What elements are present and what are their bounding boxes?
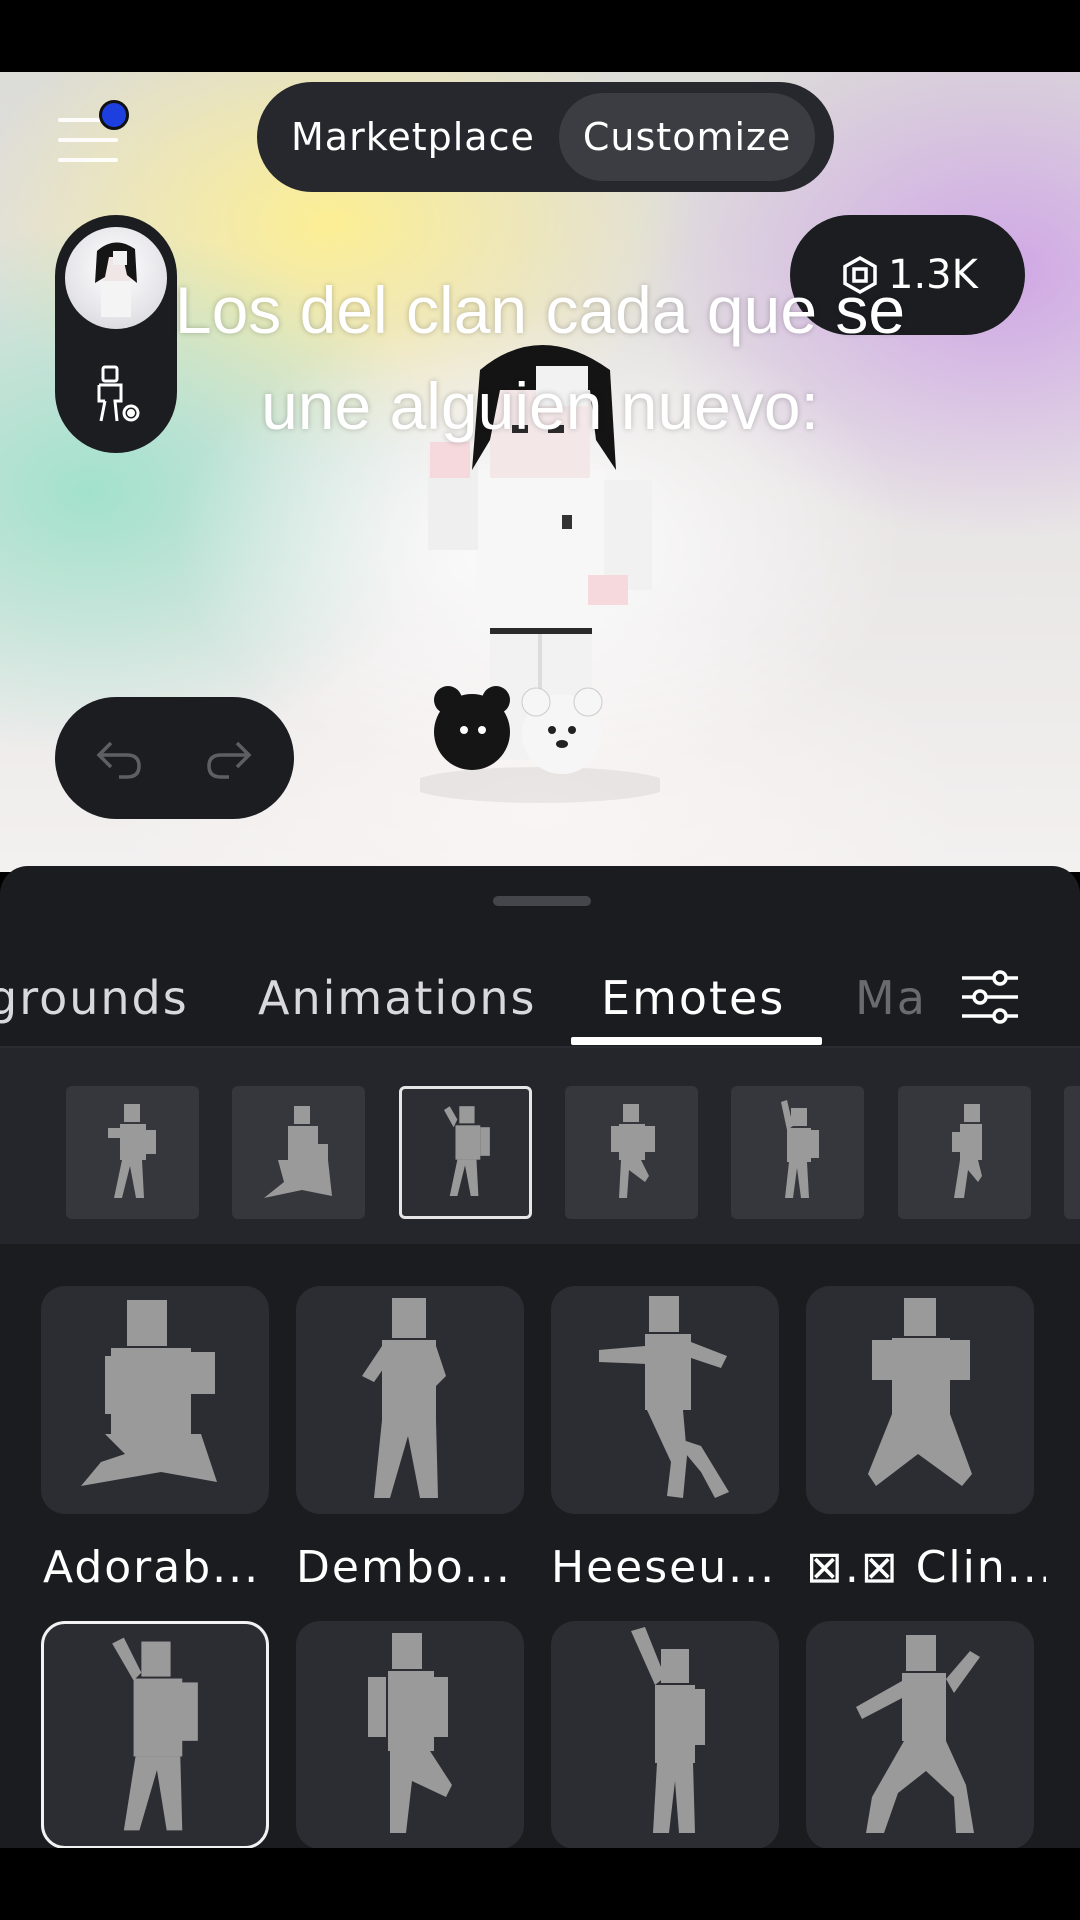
emote-tile-selected[interactable] <box>41 1621 269 1849</box>
emote-tile-adorable[interactable] <box>41 1286 269 1514</box>
emote-label: Heeseu... <box>551 1542 777 1593</box>
sliders-icon[interactable] <box>958 966 1022 1028</box>
emote-label: Dembo... <box>296 1542 512 1593</box>
emote-label: ⊠.⊠ Clin... <box>806 1542 1046 1593</box>
emote-label: Adorab... <box>43 1542 261 1593</box>
tab-more[interactable]: Ma <box>855 956 927 1040</box>
catalog-sheet: grounds Animations Emotes Ma Adorab... D… <box>0 866 1080 1920</box>
marketplace-tab[interactable]: Marketplace <box>267 93 559 181</box>
category-tabs: grounds Animations Emotes Ma <box>0 956 1080 1040</box>
tab-emotes[interactable]: Emotes <box>601 956 785 1040</box>
equipped-emote-slot[interactable] <box>1064 1086 1080 1219</box>
equipped-emote-slot[interactable] <box>232 1086 365 1219</box>
undo-redo-controls <box>55 697 294 819</box>
emote-tile-clin[interactable] <box>806 1286 1034 1514</box>
system-bottom-bar <box>0 1848 1080 1920</box>
emote-tile-heeseung[interactable] <box>551 1286 779 1514</box>
equipped-emote-slot-selected[interactable] <box>399 1086 532 1219</box>
video-caption: Los del clan cada que se une alguien nue… <box>40 262 1040 454</box>
emote-tile[interactable] <box>551 1621 779 1849</box>
notification-dot <box>99 100 129 130</box>
undo-icon[interactable] <box>93 735 143 781</box>
emote-tile-dembo[interactable] <box>296 1286 524 1514</box>
emote-tile[interactable] <box>806 1621 1034 1849</box>
active-tab-indicator <box>571 1037 822 1045</box>
equipped-emote-slot[interactable] <box>66 1086 199 1219</box>
caption-line-2: une alguien nuevo: <box>261 369 819 443</box>
equipped-emote-slot[interactable] <box>565 1086 698 1219</box>
emote-tile[interactable] <box>296 1621 524 1849</box>
equipped-emote-slot[interactable] <box>731 1086 864 1219</box>
marketplace-customize-toggle: Marketplace Customize <box>257 82 834 192</box>
equipped-emotes-strip <box>0 1048 1080 1244</box>
sheet-drag-handle[interactable] <box>493 896 591 906</box>
equipped-emote-slot[interactable] <box>898 1086 1031 1219</box>
redo-icon[interactable] <box>205 735 255 781</box>
tab-backgrounds[interactable]: grounds <box>0 956 189 1040</box>
tab-animations[interactable]: Animations <box>258 956 536 1040</box>
customize-tab[interactable]: Customize <box>558 93 816 181</box>
caption-line-1: Los del clan cada que se <box>174 273 906 347</box>
